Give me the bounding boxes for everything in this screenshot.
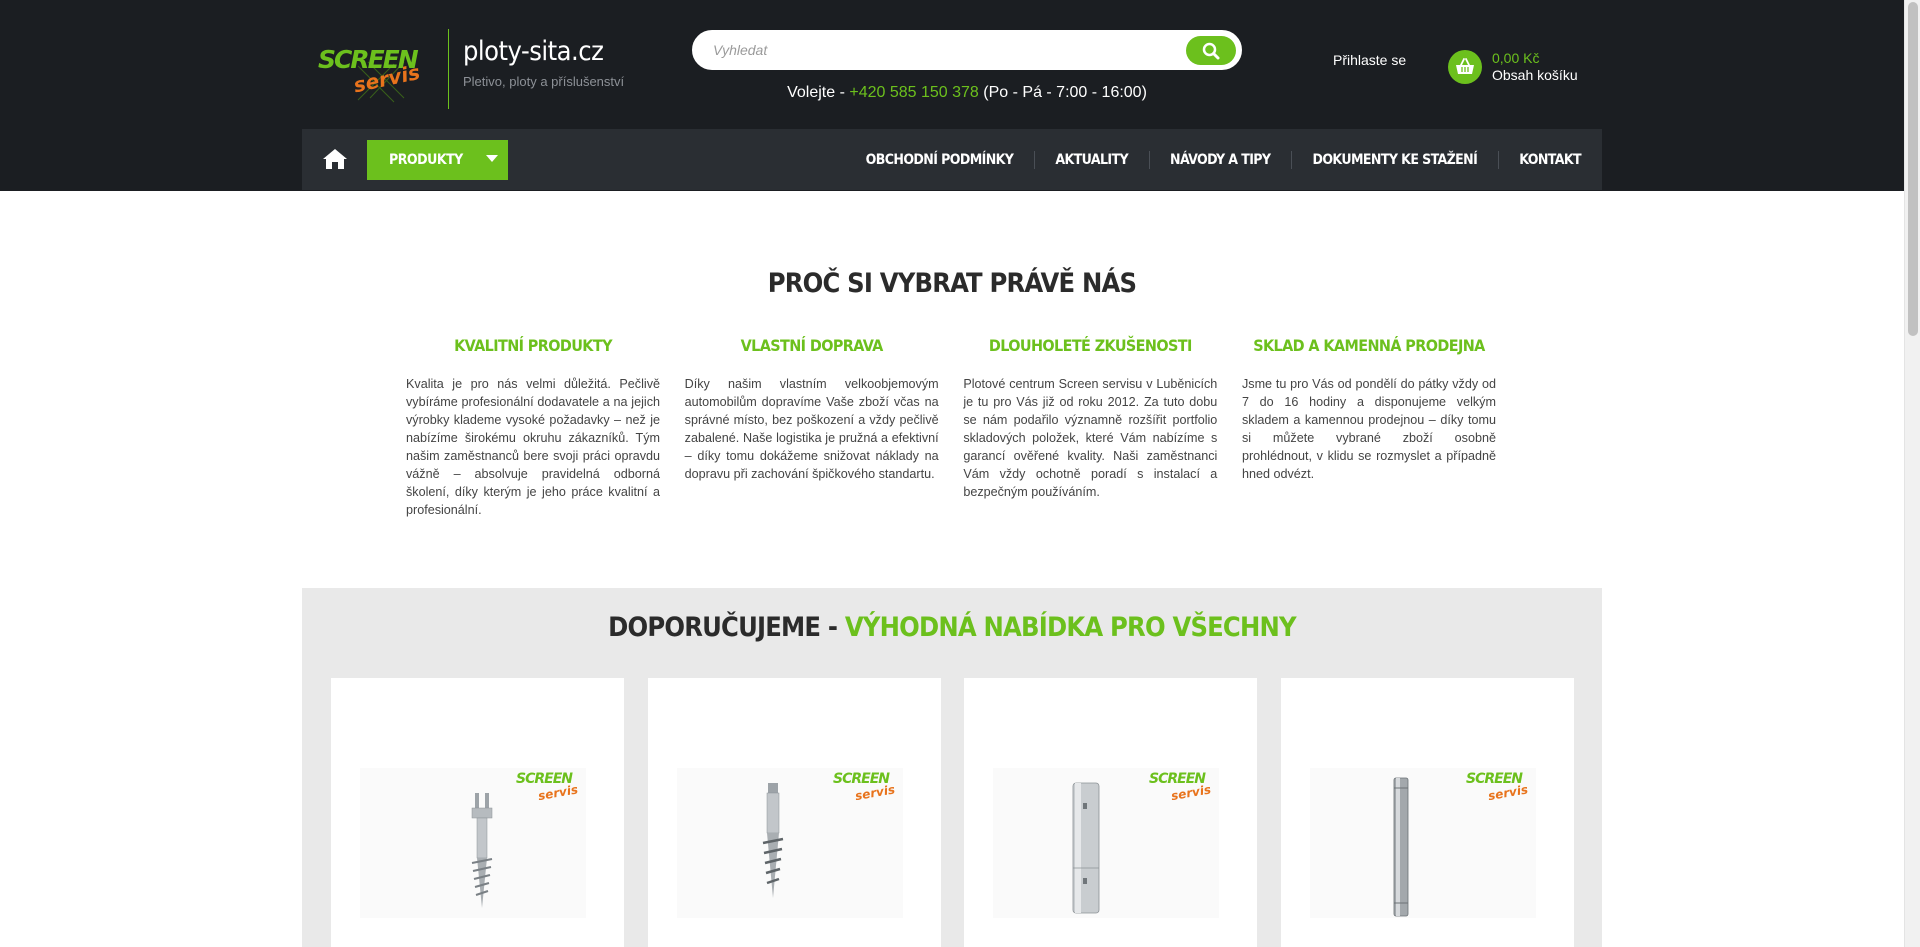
recommended-section: DOPORUČUJEME - VÝHODNÁ NABÍDKA PRO VŠECH… (302, 588, 1602, 947)
cart[interactable]: 0,00 Kč Obsah košíku (1448, 50, 1578, 84)
product-grid: SCREEN servis SCREEN servis SCREEN servi… (331, 678, 1574, 947)
features: KVALITNÍ PRODUKTY Kvalita je pro nás vel… (406, 336, 1496, 519)
page: SCREEN servis ploty-sita.cz Pletivo, plo… (0, 0, 1920, 947)
login-link[interactable]: Přihlaste se (1333, 52, 1406, 68)
contact-line: Volejte - +420 585 150 378 (Po - Pá - 7:… (692, 84, 1242, 102)
recommended-title: DOPORUČUJEME - VÝHODNÁ NABÍDKA PRO VŠECH… (302, 612, 1602, 643)
nav-item-kontakt[interactable]: KONTAKT (1498, 129, 1602, 190)
cart-label: Obsah košíku (1492, 67, 1578, 83)
brand-watermark: SCREEN servis (833, 771, 896, 803)
search-button[interactable] (1186, 36, 1236, 65)
feature-text: Plotové centrum Screen servisu v Luběnic… (963, 377, 1218, 499)
phone-number[interactable]: +420 585 150 378 (849, 84, 978, 101)
brand-watermark: SCREEN servis (1466, 771, 1529, 803)
nav-item-dokumenty[interactable]: DOKUMENTY KE STAŽENÍ (1291, 129, 1498, 190)
site-subtitle: Pletivo, ploty a příslušenství (463, 74, 625, 89)
feature-text: Jsme tu pro Vás od pondělí do pátky vždy… (1241, 377, 1496, 481)
feature-experience: DLOUHOLETÉ ZKUŠENOSTI Plotové centrum Sc… (963, 336, 1217, 519)
product-card[interactable]: SCREEN servis (964, 678, 1258, 947)
product-image[interactable]: SCREEN servis (360, 768, 586, 918)
recommended-title-main: DOPORUČUJEME - (608, 612, 845, 643)
feature-title: VLASTNÍ DOPRAVA (740, 336, 884, 355)
search-input[interactable] (713, 31, 1153, 69)
nav-item-navody-a-tipy[interactable]: NÁVODY A TIPY (1149, 129, 1291, 190)
cart-summary[interactable]: 0,00 Kč Obsah košíku (1492, 50, 1578, 84)
logo-divider (448, 29, 449, 109)
scrollbar-thumb[interactable] (1908, 2, 1918, 336)
nav-menu: OBCHODNÍ PODMÍNKY AKTUALITY NÁVODY A TIP… (845, 129, 1602, 190)
product-card[interactable]: SCREEN servis (1280, 678, 1574, 947)
page-scrollbar[interactable] (1904, 0, 1920, 947)
phone-hours: (Po - Pá - 7:00 - 16:00) (978, 84, 1147, 101)
search-icon (1202, 42, 1220, 59)
feature-transport: VLASTNÍ DOPRAVA Díky našim vlastním velk… (685, 336, 939, 519)
cart-price: 0,00 Kč (1492, 50, 1540, 66)
nav-item-aktuality[interactable]: AKTUALITY (1034, 129, 1149, 190)
feature-title: DLOUHOLETÉ ZKUŠENOSTI (988, 336, 1192, 355)
home-icon[interactable] (322, 147, 348, 171)
feature-title: SKLAD A KAMENNÁ PRODEJNA (1253, 336, 1485, 355)
product-image[interactable]: SCREEN servis (1309, 768, 1536, 918)
caret-down-icon (486, 155, 498, 162)
feature-text: Kvalita je pro nás velmi důležitá. Pečli… (406, 377, 660, 517)
feature-store: SKLAD A KAMENNÁ PRODEJNA Jsme tu pro Vás… (1242, 336, 1496, 519)
basket-icon[interactable] (1448, 50, 1482, 84)
products-menu-label: PRODUKTY (389, 152, 463, 168)
product-image[interactable]: SCREEN servis (993, 768, 1220, 918)
brand-watermark: SCREEN servis (1149, 771, 1212, 803)
products-menu-button[interactable]: PRODUKTY (367, 140, 508, 180)
site-title[interactable]: ploty-sita.cz (463, 36, 604, 67)
product-card[interactable]: SCREEN servis (331, 678, 624, 947)
product-image[interactable]: SCREEN servis (676, 768, 903, 918)
search-box (692, 30, 1242, 70)
feature-quality: KVALITNÍ PRODUKTY Kvalita je pro nás vel… (406, 336, 660, 519)
feature-title: KVALITNÍ PRODUKTY (454, 336, 612, 355)
feature-text: Díky našim vlastním velkoobjemovým autom… (684, 377, 939, 481)
product-card[interactable]: SCREEN servis (647, 678, 941, 947)
main-nav: PRODUKTY OBCHODNÍ PODMÍNKY AKTUALITY NÁV… (302, 129, 1602, 190)
why-us-title: PROČ SI VYBRAT PRÁVĚ NÁS (767, 268, 1137, 299)
site-logo[interactable]: SCREEN servis (316, 36, 434, 104)
nav-item-obchodni-podminky[interactable]: OBCHODNÍ PODMÍNKY (845, 129, 1035, 190)
recommended-title-accent: VÝHODNÁ NABÍDKA PRO VŠECHNY (844, 612, 1297, 643)
phone-prefix: Volejte - (787, 84, 850, 101)
brand-watermark: SCREEN servis (516, 771, 579, 803)
